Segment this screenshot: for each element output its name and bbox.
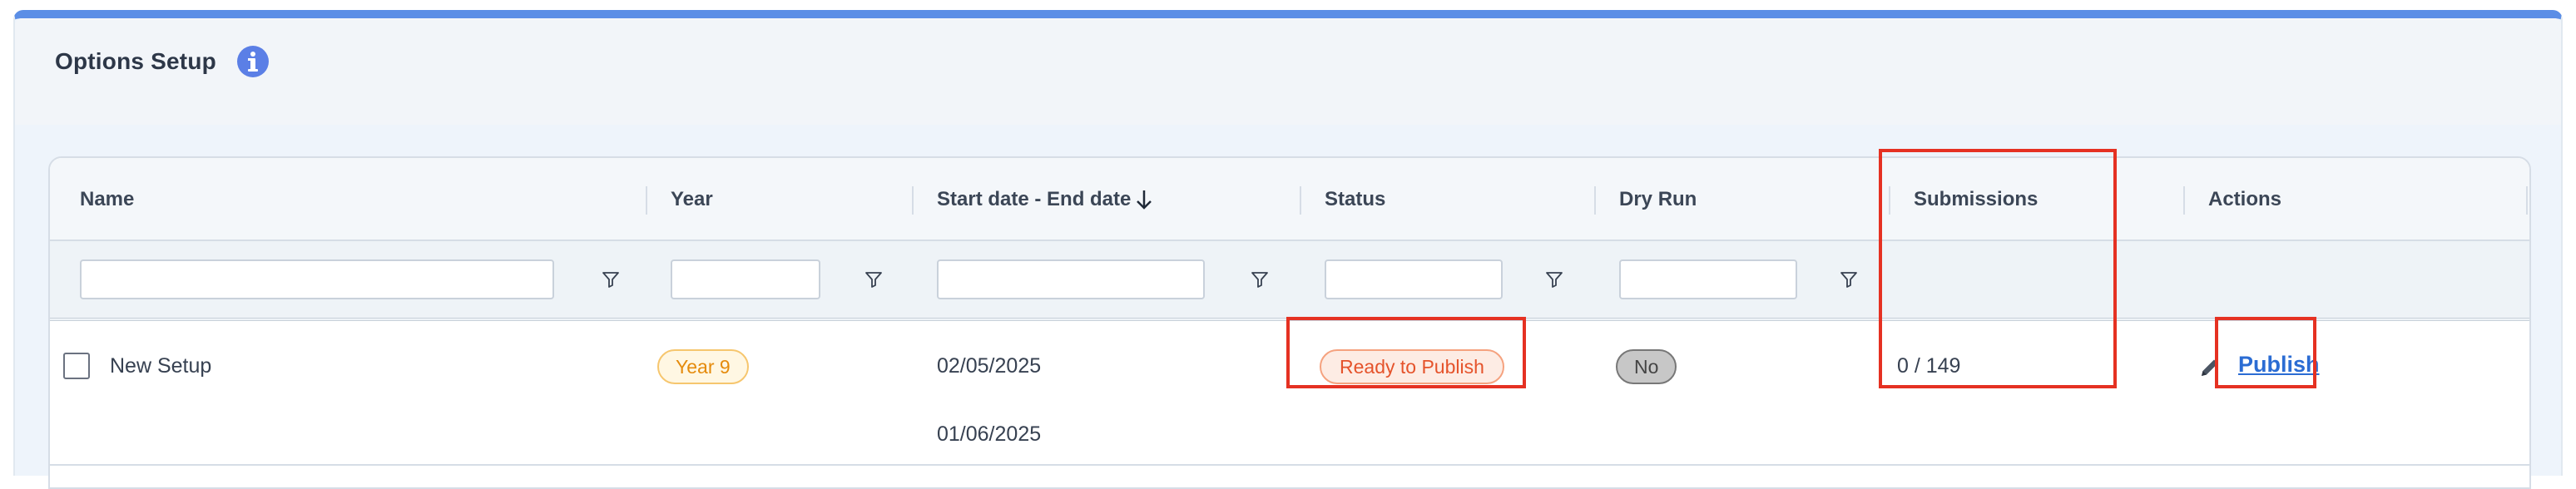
page-title: Options Setup bbox=[55, 48, 216, 74]
year-filter-input[interactable] bbox=[671, 259, 820, 299]
name-filter-input[interactable] bbox=[80, 259, 554, 299]
highlight-publish-box bbox=[2215, 317, 2316, 388]
column-header-dates[interactable]: Start date - End date bbox=[937, 188, 1131, 211]
highlight-status-box bbox=[1286, 317, 1526, 388]
filter-icon[interactable] bbox=[1839, 269, 1859, 289]
column-header-year[interactable]: Year bbox=[671, 188, 713, 211]
column-header-status[interactable]: Status bbox=[1325, 188, 1385, 211]
column-divider[interactable] bbox=[1300, 186, 1301, 215]
end-date: 01/06/2025 bbox=[937, 422, 1042, 446]
year-badge: Year 9 bbox=[657, 349, 749, 384]
sort-descending-icon[interactable] bbox=[1133, 188, 1155, 211]
dry-run-filter-input[interactable] bbox=[1619, 259, 1797, 299]
table-header-row: Name Year Start date - End date Status D… bbox=[50, 158, 2529, 241]
start-date: 02/05/2025 bbox=[937, 354, 1042, 378]
highlight-submissions-box bbox=[1879, 149, 2117, 388]
column-divider[interactable] bbox=[2526, 186, 2528, 215]
row-select-checkbox[interactable] bbox=[63, 353, 90, 379]
dates-filter-input[interactable] bbox=[937, 259, 1205, 299]
info-circle-icon[interactable] bbox=[236, 45, 270, 78]
panel-header: Options Setup bbox=[15, 18, 2561, 125]
filter-icon[interactable] bbox=[601, 269, 621, 289]
column-header-name[interactable]: Name bbox=[80, 188, 134, 211]
filter-icon[interactable] bbox=[1250, 269, 1270, 289]
filter-icon[interactable] bbox=[864, 269, 884, 289]
status-filter-input[interactable] bbox=[1325, 259, 1503, 299]
column-header-dry-run[interactable]: Dry Run bbox=[1619, 188, 1697, 211]
column-divider[interactable] bbox=[2183, 186, 2185, 215]
dry-run-badge: No bbox=[1616, 349, 1677, 384]
filter-icon[interactable] bbox=[1544, 269, 1564, 289]
column-header-actions[interactable]: Actions bbox=[2208, 188, 2281, 211]
column-divider[interactable] bbox=[646, 186, 647, 215]
options-setup-panel: Options Setup Name Year Start date - End… bbox=[13, 10, 2563, 489]
column-divider[interactable] bbox=[1594, 186, 1596, 215]
setup-name: New Setup bbox=[110, 354, 212, 378]
column-divider[interactable] bbox=[912, 186, 914, 215]
